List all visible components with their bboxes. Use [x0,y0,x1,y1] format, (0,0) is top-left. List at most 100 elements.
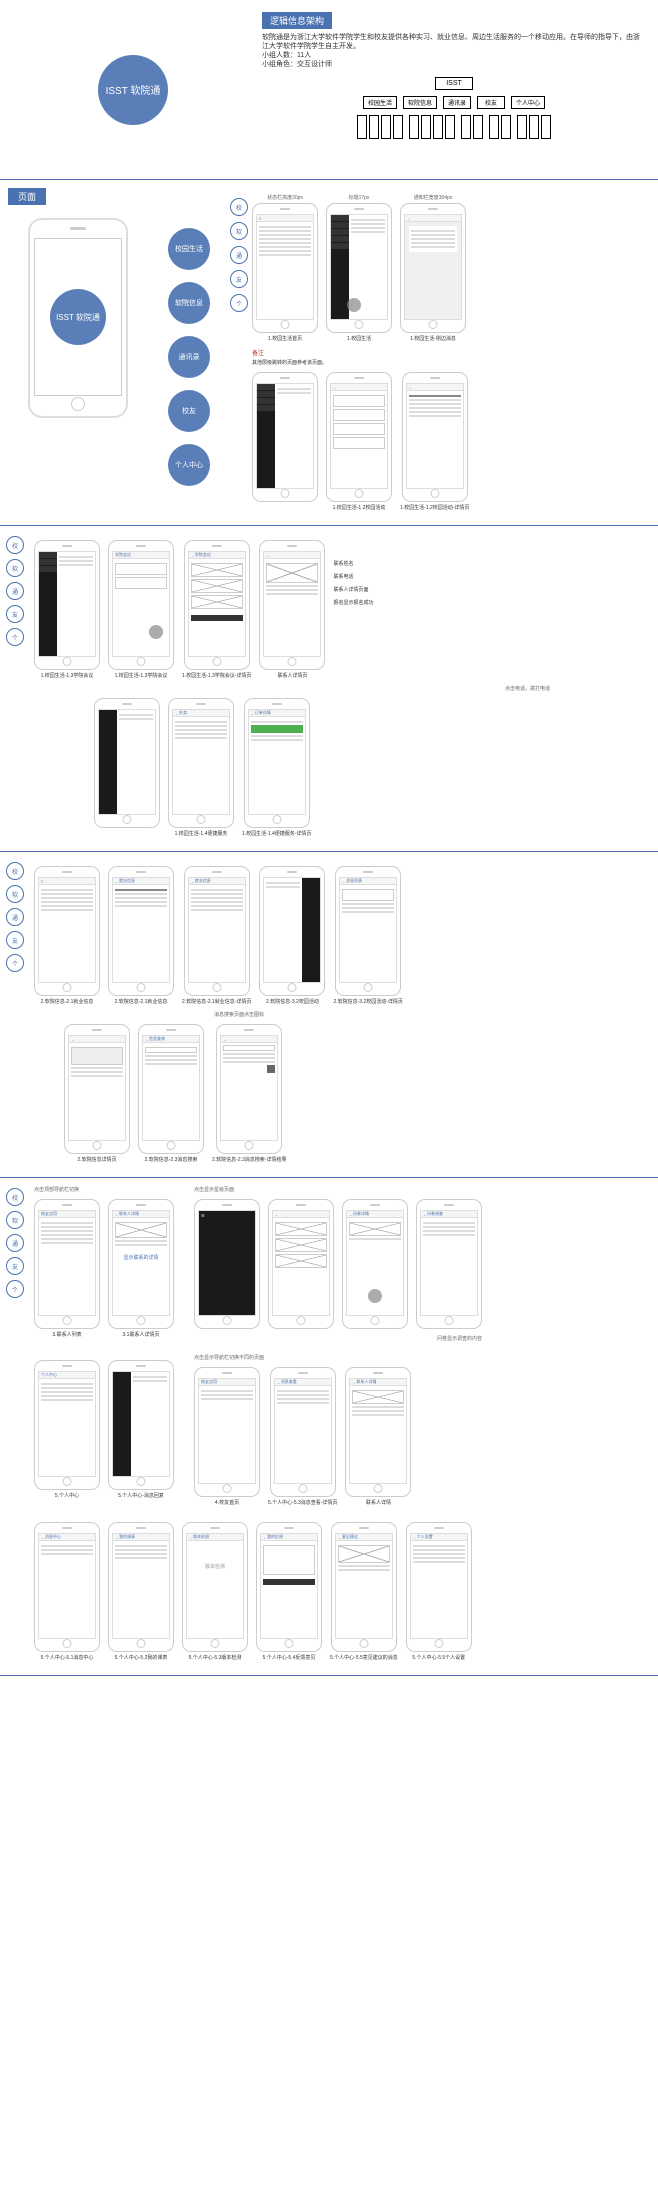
flow-section-contacts-alumni: 校 软 通 友 个 点击顶部导航栏切换 校友应用3.联系人列表 ← 联系人详情显… [0,1178,658,1676]
annotation: 联系姓名 [333,560,373,567]
wf-caption: 5.个人中心-5.3版本检测 [189,1654,242,1661]
annotation: 点击顶部导航栏切换 [34,1186,174,1193]
flow-icon: 友 [230,270,248,288]
wireframe-phone: ← 订单详情 [244,698,310,828]
wf-caption: 1.校园生活-1.4便捷服务 [175,830,228,837]
wf-caption: 2.软院信息-2.1就业信息 [115,998,168,1005]
wireframe-row-2: ← 1.校园生活-1.2校园活动 ← 1.校园生活-1.2校园活动-详情页 [252,372,469,511]
logo-area: ISST 软院通 [8,8,258,171]
wireframe-phone: ← 就业信息 [184,866,250,996]
annotation: 问卷显示调查的内容 [194,1335,482,1342]
wireframe-phone: ← [268,1199,334,1329]
nav-contacts[interactable]: 通讯录 [168,336,210,378]
note-label: 备注 [252,351,264,357]
flow-icon: 友 [6,605,24,623]
gesture-icon [149,625,163,639]
wf-caption: 2.软院信息-2.1就业信息 [41,998,94,1005]
gesture-icon [347,298,361,312]
flow-icon: 通 [230,246,248,264]
wf-caption: 1.校园生活首页 [268,335,302,342]
flow-icon: 通 [6,582,24,600]
nav-college-info[interactable]: 软院信息 [168,282,210,324]
flow-icon: 校 [6,862,24,880]
wf-caption: 1.校园生活-1.3学院会议 [115,672,168,679]
org-box: 校友 [477,96,505,109]
flow-icon: 个 [6,954,24,972]
wireframe-phone: ← 就业信息 [108,866,174,996]
annotation: 联系电话 [333,573,373,580]
wf-caption: 2.软院信息-2.3消息搜索 [145,1156,198,1163]
annotation: 点击电话，拨打电话 [34,685,550,692]
wireframe-phone [34,540,100,670]
app-logo-circle: ISST 软院通 [98,55,168,125]
wireframe-phone: ← [326,372,392,502]
org-box: 通讯录 [443,96,471,109]
org-chart: ISST 校园生活 软院信息 通讯录 校友 个人中心 [262,77,646,145]
wireframe-phone: ← 学院会议 [184,540,250,670]
wf-caption: 1.校园生活-1.3学院会议-详情页 [182,672,251,679]
main-phone-mockup: ISST 软院通 [28,218,128,517]
wireframe-phone: ← 个人设置 [406,1522,472,1652]
wireframe-phone: ← 消息列表 [335,866,401,996]
pages-section: 页面 ISST 软院通 校园生活 软院信息 通讯录 校友 个人中心 校 软 通 … [0,180,658,526]
wireframe-phone: 校友应用 [34,1199,100,1329]
wireframe-phone: ← [64,1024,130,1154]
wf-caption: 2.软院信息-2.1就业信息-详情页 [182,998,251,1005]
annotation: 状态栏高度20px [267,194,303,201]
annotation: 联系人详情页面 [333,586,373,593]
wireframe-phone: 学院会议 [108,540,174,670]
flow-icon: 通 [6,1234,24,1252]
nav-profile[interactable]: 个人中心 [168,444,210,486]
wireframe-phone: ← 版本检测版本检测 [182,1522,248,1652]
wireframe-phone: ← 意见建议 [331,1522,397,1652]
nav-campus-life[interactable]: 校园生活 [168,228,210,270]
wf-caption: 5.个人中心-5.1消息中心 [41,1654,94,1661]
flow-icon: 校 [6,536,24,554]
wireframe-phone: ← 我的课表 [108,1522,174,1652]
wireframe-phone: ← [400,203,466,333]
annotation: 报名显示报名成功 [333,599,373,606]
wf-caption: 3.联系人列表 [52,1331,81,1338]
wf-caption: 2.软院信息-2.3消息搜索-详情结果 [212,1156,286,1163]
wireframe-phone: ☰ [194,1199,260,1329]
wf-caption: 2.软院信息详情页 [77,1156,116,1163]
wf-caption: 1.校园生活-1.3学院会议 [41,672,94,679]
wireframe-phone: ← 问卷详情 [342,1199,408,1329]
nav-alumni[interactable]: 校友 [168,390,210,432]
flow-icon: 软 [6,559,24,577]
wf-caption: 5.个人中心-5.3消息查看-详情页 [268,1499,337,1506]
wireframe-phone: 校友应用 [194,1367,260,1497]
wireframe-phone: ≡ [34,866,100,996]
splash-logo: ISST 软院通 [50,289,106,345]
wf-caption: 5.个人中心-5.4反馈意见 [263,1654,316,1661]
success-bar [251,725,303,733]
wf-caption: 5.个人中心-5.5个人设置 [412,1654,465,1661]
annotation: 标题17px [349,194,370,201]
architecture-section: ISST 软院通 逻辑信息架构 软院通是为浙江大学软件学院学生和校友提供各种实习… [0,0,658,180]
annotation: 点击显示星级页面 [194,1186,482,1193]
search-icon[interactable] [267,1065,275,1073]
flow-section-info: 校 软 通 友 个 ≡2.软院信息-2.1就业信息 ← 就业信息2.软院信息-2… [0,852,658,1178]
wireframe-phone [94,698,160,828]
wf-caption: 1.校园生活 [347,335,371,342]
arch-description: 软院通是为浙江大学软件学院学生和校友提供各种实习、就业信息、周边生活服务的一个移… [262,33,646,69]
detail-label: 显示联系的详情 [115,1254,167,1261]
org-box: 校园生活 [363,96,397,109]
flow-icon: 软 [230,222,248,240]
flow-icon: 个 [6,1280,24,1298]
wireframe-row-1: 状态栏高度20px ≡ 1.校园生活首页 标题17px 1.校园生活 通知栏宽度… [252,194,469,342]
wireframe-phone: ← 信息查询 [138,1024,204,1154]
org-leaves-row [357,115,551,139]
wireframe-phone: ← 我的反馈 [256,1522,322,1652]
wf-caption: 4.校友首页 [215,1499,239,1506]
wireframe-phone: ← 问卷调查 [416,1199,482,1329]
wf-caption: 5.个人中心-消息回复 [118,1492,164,1499]
org-level1: 校园生活 软院信息 通讯录 校友 个人中心 [363,96,545,109]
annotation: 通知栏宽度304px [414,194,453,201]
wf-caption: 联系人详情页 [277,672,307,679]
wireframe-phone: 个人中心 [34,1360,100,1490]
flow-icon: 个 [230,294,248,312]
arch-detail: 逻辑信息架构 软院通是为浙江大学软件学院学生和校友提供各种实习、就业信息、周边生… [258,8,650,171]
wireframe-phone: ← 外卖 [168,698,234,828]
flow-icon: 友 [6,1257,24,1275]
